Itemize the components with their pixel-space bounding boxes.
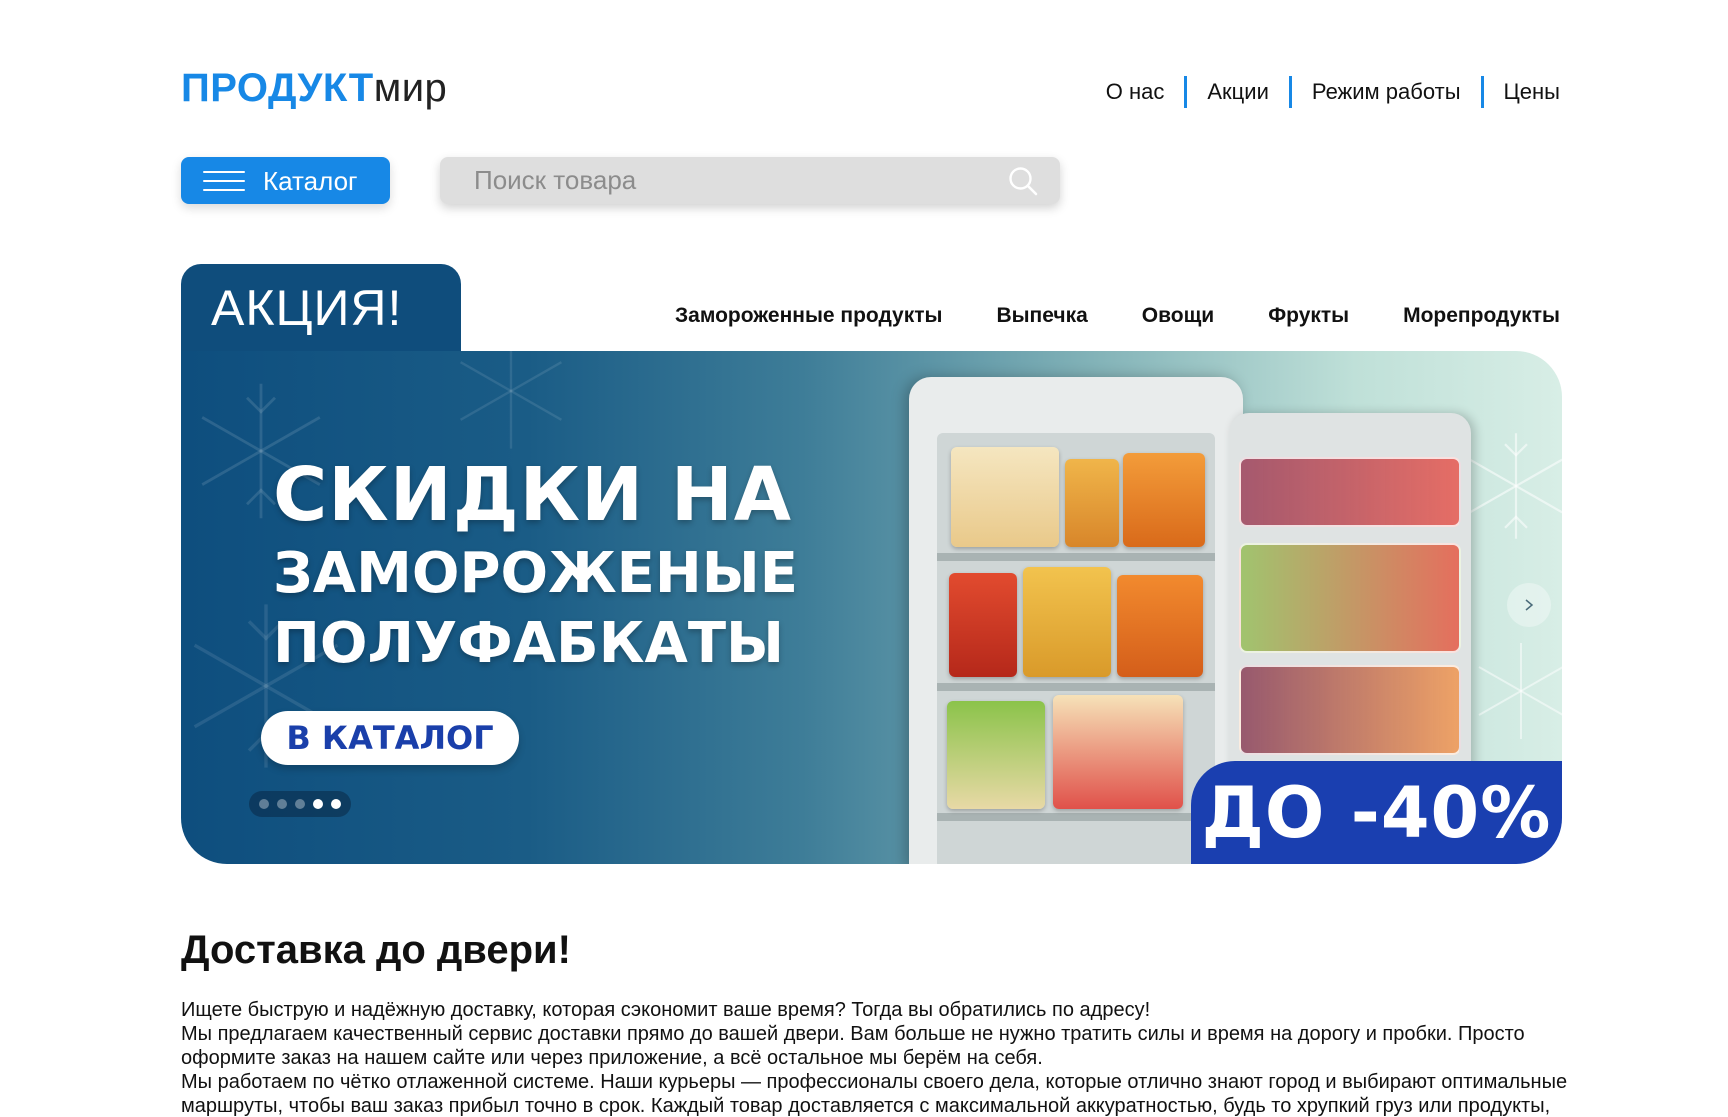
hamburger-menu-icon <box>203 170 245 191</box>
site-logo[interactable]: ПРОДУКТмир <box>181 64 447 112</box>
category-bakery[interactable]: Выпечка <box>996 302 1087 330</box>
search-icon[interactable] <box>1008 166 1038 196</box>
slider-pagination <box>249 791 351 817</box>
slider-dot[interactable] <box>259 799 269 809</box>
category-navigation: Замороженные продукты Выпечка Овощи Фрук… <box>675 302 1560 330</box>
door-bin <box>1239 457 1461 527</box>
promo-headline: СКИДКИ НА ЗАМОРОЖЕНЫЕ ПОЛУФАБКАТЫ <box>273 451 798 679</box>
nav-working-hours[interactable]: Режим работы <box>1292 76 1481 108</box>
search-box <box>440 157 1060 204</box>
promo-headline-line3: ПОЛУФАБКАТЫ <box>273 611 785 676</box>
promo-headline-line1: СКИДКИ НА <box>273 452 793 538</box>
food-package <box>947 701 1045 809</box>
fridge-interior <box>937 433 1215 864</box>
top-navigation: О нас Акции Режим работы Цены <box>1086 76 1560 108</box>
food-package <box>1053 695 1183 809</box>
food-package <box>1023 567 1111 677</box>
logo-suffix: мир <box>373 66 448 110</box>
snowflake-decoration <box>460 351 562 449</box>
logo-brand: ПРОДУКТ <box>181 66 374 110</box>
slider-dot[interactable] <box>277 799 287 809</box>
nav-about[interactable]: О нас <box>1086 76 1185 108</box>
promo-banner[interactable]: СКИДКИ НА ЗАМОРОЖЕНЫЕ ПОЛУФАБКАТЫ В КАТА… <box>181 351 1562 864</box>
delivery-description: Ищете быструю и надёжную доставку, котор… <box>181 998 1571 1117</box>
to-catalog-button[interactable]: В КАТАЛОГ <box>261 711 519 765</box>
discount-badge: ДО -40% <box>1191 761 1562 864</box>
category-fruits[interactable]: Фрукты <box>1268 302 1349 330</box>
food-package <box>1065 459 1119 547</box>
slider-dot[interactable] <box>295 799 305 809</box>
slider-next-button[interactable] <box>1507 583 1551 627</box>
slider-dot-active[interactable] <box>313 799 323 809</box>
delivery-paragraph: Ищете быструю и надёжную доставку, котор… <box>181 999 1151 1021</box>
slider-dot-active[interactable] <box>331 799 341 809</box>
category-vegetables[interactable]: Овощи <box>1142 302 1214 330</box>
delivery-heading: Доставка до двери! <box>181 928 571 972</box>
chevron-right-icon <box>1525 599 1534 611</box>
food-package <box>951 447 1059 547</box>
category-seafood[interactable]: Морепродукты <box>1403 302 1560 330</box>
snowflake-decoration <box>1469 433 1562 539</box>
promo-tab: АКЦИЯ! <box>181 264 461 364</box>
food-package <box>1117 575 1203 677</box>
catalog-button[interactable]: Каталог <box>181 157 390 204</box>
promo-headline-line2: ЗАМОРОЖЕНЫЕ <box>273 541 799 606</box>
snowflake-decoration <box>1478 643 1562 739</box>
door-bin <box>1239 543 1461 653</box>
nav-promotions[interactable]: Акции <box>1187 76 1288 108</box>
delivery-paragraph: Мы предлагаем качественный сервис достав… <box>181 1023 1525 1069</box>
search-input[interactable] <box>440 157 1060 204</box>
nav-prices[interactable]: Цены <box>1484 76 1560 108</box>
door-bin <box>1239 665 1461 755</box>
catalog-button-label: Каталог <box>263 165 358 196</box>
delivery-paragraph: Мы работаем по чётко отлаженной системе.… <box>181 1071 1568 1117</box>
fridge-shelf <box>937 553 1215 561</box>
food-package <box>949 573 1017 677</box>
fridge-shelf <box>937 813 1215 821</box>
food-package <box>1123 453 1205 547</box>
fridge-shelf <box>937 683 1215 691</box>
category-frozen[interactable]: Замороженные продукты <box>675 302 942 330</box>
